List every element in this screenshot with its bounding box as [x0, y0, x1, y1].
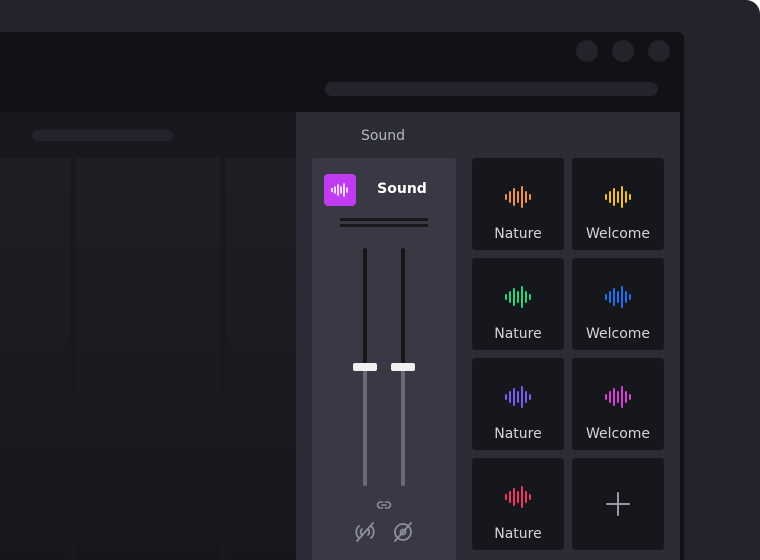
sound-tile[interactable]: Nature	[472, 458, 564, 550]
sound-tile[interactable]: Nature	[472, 258, 564, 350]
content-column	[0, 158, 70, 560]
sound-tile-label: Nature	[494, 326, 542, 342]
window-control-dot[interactable]	[576, 40, 598, 62]
sound-tile-label: Nature	[494, 226, 542, 242]
disc-off-icon[interactable]	[391, 521, 415, 547]
address-bar-placeholder[interactable]	[325, 82, 658, 96]
window-control-dot[interactable]	[612, 40, 634, 62]
sound-wave-icon	[605, 386, 631, 408]
sound-wave-icon	[324, 174, 356, 206]
link-icon[interactable]	[376, 496, 392, 515]
sound-tile[interactable]: Welcome	[572, 158, 664, 250]
level-meter-line	[340, 224, 428, 227]
sound-tile-label: Nature	[494, 526, 542, 542]
window-control-dot[interactable]	[648, 40, 670, 62]
sound-tile-label: Welcome	[585, 226, 651, 242]
sound-wave-icon	[605, 186, 631, 208]
left-pane-title-placeholder	[32, 130, 173, 141]
sound-tile[interactable]: Nature	[472, 358, 564, 450]
left-fader-handle[interactable]	[353, 363, 377, 371]
plus-icon	[606, 492, 630, 516]
broadcast-off-icon[interactable]	[353, 521, 377, 547]
panel-title: Sound	[360, 128, 406, 144]
sound-wave-icon	[505, 286, 531, 308]
sound-tile[interactable]: Welcome	[572, 258, 664, 350]
level-meter-line	[340, 218, 428, 221]
sound-wave-icon	[605, 286, 631, 308]
mixer-label: Sound	[377, 181, 427, 197]
sound-wave-icon	[505, 386, 531, 408]
app-frame: Sound Sound Nature Welcome Nature Welcom…	[0, 0, 760, 560]
content-column	[76, 158, 220, 560]
sound-wave-icon	[505, 486, 531, 508]
sound-wave-icon	[505, 186, 531, 208]
right-fader-handle[interactable]	[391, 363, 415, 371]
sound-tile[interactable]: Nature	[472, 158, 564, 250]
sound-tile-label: Welcome	[585, 326, 651, 342]
sound-tile-label: Nature	[494, 426, 542, 442]
add-sound-button[interactable]	[572, 458, 664, 550]
sound-tile-label: Welcome	[585, 426, 651, 442]
sound-tile[interactable]: Welcome	[572, 358, 664, 450]
content-column	[226, 158, 296, 560]
